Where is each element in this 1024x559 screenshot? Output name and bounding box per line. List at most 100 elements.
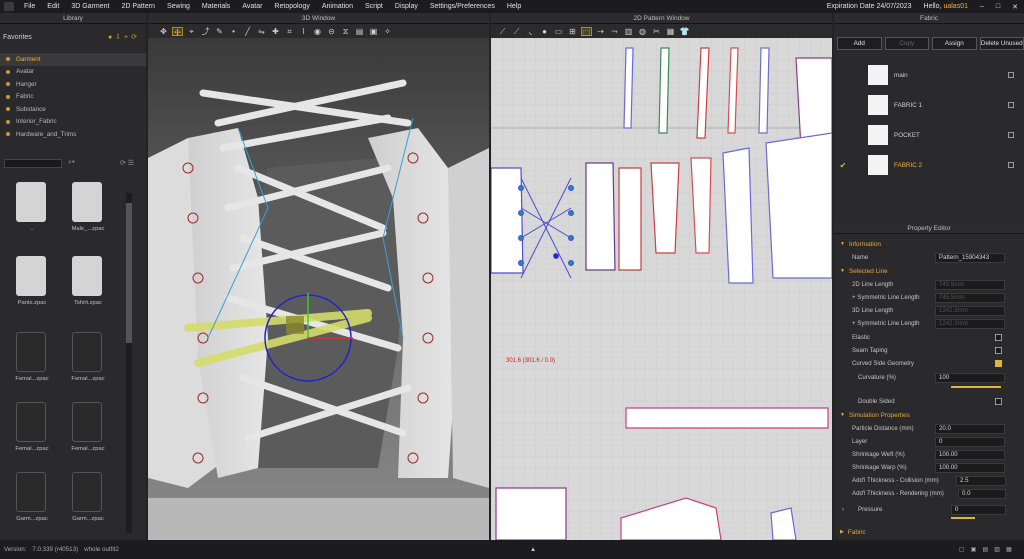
tree-item-substance[interactable]: Substance	[0, 103, 146, 116]
seam-taping-checkbox[interactable]	[995, 347, 1002, 354]
section-information[interactable]: ▼ Information	[834, 238, 1024, 250]
point-icon[interactable]: •	[228, 27, 239, 36]
pin-icon[interactable]: ⌖	[186, 27, 197, 36]
search-icon[interactable]: ⌕▾	[68, 159, 75, 167]
trim-icon[interactable]: ✧	[382, 27, 393, 36]
tack-icon[interactable]: ✚	[270, 27, 281, 36]
tree-item-avatar[interactable]: Avatar	[0, 66, 146, 79]
asset-item[interactable]: ..	[4, 178, 60, 240]
asset-item[interactable]: Garm...zpac	[60, 468, 116, 530]
layer-field[interactable]: 0	[935, 436, 1005, 447]
asset-item[interactable]: Femal...zpac	[60, 398, 116, 460]
delete-unused-button[interactable]: Delete Unused	[979, 37, 1024, 50]
strap-icon[interactable]: ⌇	[298, 27, 309, 36]
pressure-slider[interactable]	[951, 517, 975, 519]
view-toggle-icon[interactable]: ⟳ ☰	[120, 159, 134, 167]
tree-item-interior-fabric[interactable]: Interior_Fabric	[0, 116, 146, 129]
3d-viewport[interactable]	[148, 38, 489, 540]
section-simulation[interactable]: ▼ Simulation Properties	[834, 409, 1024, 421]
copy-fabric-button[interactable]: Copy	[884, 37, 929, 50]
texture-2d-icon[interactable]: ▦	[665, 27, 676, 36]
fabric-item[interactable]: FABRIC 1	[834, 91, 1024, 119]
name-field[interactable]: Pattern_15904343	[935, 252, 1005, 263]
2d-pattern-viewport[interactable]: 301.6 (301.6 / 0.0)	[491, 38, 832, 540]
tree-item-hardware[interactable]: Hardware_and_Trims	[0, 128, 146, 141]
segment-icon[interactable]: ╱	[242, 27, 253, 36]
layout-icons[interactable]: ▢▣▤▥▦	[959, 546, 1018, 553]
select-icon[interactable]: ✥	[158, 27, 169, 36]
internal-line-icon[interactable]: ⊞	[567, 27, 578, 36]
double-sided-checkbox[interactable]	[995, 398, 1002, 405]
edit-fabric-icon[interactable]	[1008, 132, 1014, 138]
asset-item[interactable]: Male_...zpac	[60, 178, 116, 240]
elastic-checkbox[interactable]	[995, 334, 1002, 341]
library-scrollbar[interactable]	[126, 193, 132, 533]
transform-pattern-icon[interactable]: ⟋	[497, 27, 508, 36]
menu-edit[interactable]: Edit	[41, 3, 65, 10]
texture-icon[interactable]: ▤	[354, 27, 365, 36]
tree-item-fabric[interactable]: Fabric	[0, 91, 146, 104]
menu-settings[interactable]: Settings/Preferences	[424, 3, 501, 10]
edit-fabric-icon[interactable]	[1008, 162, 1014, 168]
menu-display[interactable]: Display	[389, 3, 424, 10]
minimize-icon[interactable]: –	[974, 3, 990, 10]
curvature-field[interactable]: 100	[935, 372, 1005, 383]
particle-field[interactable]: 20.0	[935, 423, 1005, 434]
menu-script[interactable]: Script	[359, 3, 389, 10]
add-fabric-button[interactable]: Add	[837, 37, 882, 50]
fabric-item[interactable]: ✔ FABRIC 2	[834, 151, 1024, 179]
fold-icon[interactable]: ⤴	[200, 27, 211, 36]
graphic-icon[interactable]: ▣	[368, 27, 379, 36]
warp-field[interactable]: 100.00	[935, 462, 1005, 473]
edit-pattern-icon[interactable]: ✎	[214, 27, 225, 36]
scrollbar-thumb[interactable]	[126, 203, 132, 343]
assign-fabric-button[interactable]: Assign	[932, 37, 977, 50]
tree-item-hanger[interactable]: Hanger	[0, 78, 146, 91]
rendering-field[interactable]: 0.0	[958, 488, 1006, 499]
zipper-icon[interactable]: ⧖	[340, 27, 351, 36]
asset-item[interactable]: Tshirt.zpac	[60, 252, 116, 314]
menu-avatar[interactable]: Avatar	[236, 3, 268, 10]
menu-help[interactable]: Help	[501, 3, 527, 10]
gizmo-plane-handle[interactable]	[286, 316, 304, 334]
close-icon[interactable]: ✕	[1006, 3, 1024, 11]
asset-item[interactable]: Femal...zpac	[60, 328, 116, 390]
menu-2d-pattern[interactable]: 2D Pattern	[115, 3, 160, 10]
collision-field[interactable]: 2.5	[956, 475, 1006, 486]
avatar-2d-icon[interactable]: 👕	[679, 27, 690, 36]
edit-point-icon[interactable]: ⟋	[511, 27, 522, 36]
asset-item[interactable]: Femal...zpac	[4, 398, 60, 460]
menu-animation[interactable]: Animation	[316, 3, 359, 10]
pressure-field[interactable]: 0	[951, 504, 1006, 515]
free-sew-icon[interactable]: ⤳	[609, 27, 620, 36]
asset-item[interactable]: Pants.zpac	[4, 252, 60, 314]
segment-sew-icon[interactable]: ⇢	[595, 27, 606, 36]
expand-up-icon[interactable]: ▲	[530, 546, 536, 553]
rectangle-icon[interactable]: ▭	[553, 27, 564, 36]
expand-icon[interactable]: ›	[842, 506, 844, 513]
menu-retopology[interactable]: Retopology	[268, 3, 315, 10]
button-2d-icon[interactable]: ◍	[637, 27, 648, 36]
seam-allowance-icon[interactable]: ⬚	[581, 26, 592, 37]
measure-icon[interactable]: ⌗	[284, 27, 295, 36]
curvature-slider[interactable]	[951, 386, 1001, 388]
buttonhole-icon[interactable]: ⊝	[326, 27, 337, 36]
favorites-tools-icon[interactable]: ●⇩+⟳	[108, 33, 140, 41]
asset-item[interactable]: Femal...zpac	[4, 328, 60, 390]
curved-geometry-checkbox[interactable]	[995, 360, 1002, 367]
maximize-icon[interactable]: □	[990, 3, 1006, 10]
edit-fabric-icon[interactable]	[1008, 72, 1014, 78]
menu-file[interactable]: File	[18, 3, 41, 10]
user-name[interactable]: ualas01	[943, 3, 974, 10]
menu-3d-garment[interactable]: 3D Garment	[65, 3, 115, 10]
section-selected-line[interactable]: ▼ Selected Line	[834, 265, 1024, 277]
button-tool-icon[interactable]: ◉	[312, 27, 323, 36]
sew-icon[interactable]: ⇋	[256, 27, 267, 36]
fabric-item[interactable]: main	[834, 61, 1024, 89]
topstitch-icon[interactable]: ✂	[651, 27, 662, 36]
weft-field[interactable]: 100.00	[935, 449, 1005, 460]
menu-sewing[interactable]: Sewing	[161, 3, 196, 10]
fold-2d-icon[interactable]: ▥	[623, 27, 634, 36]
transform-icon[interactable]: ✢	[172, 26, 183, 37]
asset-item[interactable]: Garm...zpac	[4, 468, 60, 530]
